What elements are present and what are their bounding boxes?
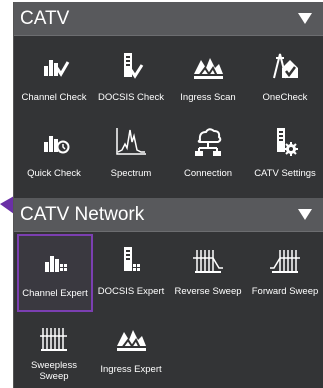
tile-ingress-scan[interactable]: Ingress Scan: [171, 40, 245, 114]
sweepless-sweep-icon: [37, 322, 71, 354]
catv-settings-icon: [268, 126, 302, 158]
ingress-scan-icon: [191, 50, 225, 82]
section-header-catv[interactable]: CATV: [14, 2, 323, 36]
chevron-down-icon[interactable]: [298, 13, 312, 24]
tile-label: OneCheck: [262, 92, 308, 103]
tile-docsis-check[interactable]: DOCSIS Check: [94, 40, 168, 114]
tile-label: Spectrum: [110, 168, 152, 179]
reverse-sweep-icon: [191, 244, 225, 276]
docsis-check-icon: [114, 50, 148, 82]
tile-label: Connection: [183, 168, 233, 179]
tile-catv-settings[interactable]: CATV Settings: [248, 116, 322, 190]
tile-reverse-sweep[interactable]: Reverse Sweep: [171, 234, 245, 308]
onecheck-icon: [268, 50, 302, 82]
ingress-expert-icon: [114, 322, 148, 354]
tile-onecheck[interactable]: OneCheck: [248, 40, 322, 114]
quick-check-icon: [37, 126, 71, 158]
tile-label: Reverse Sweep: [174, 286, 242, 297]
tile-ingress-expert[interactable]: Ingress Expert: [94, 312, 168, 386]
tile-forward-sweep[interactable]: Forward Sweep: [248, 234, 322, 308]
tile-channel-expert[interactable]: Channel Expert: [17, 234, 93, 312]
section-title: CATV Network: [20, 204, 145, 225]
chevron-down-icon[interactable]: [298, 209, 312, 220]
tile-label: Sweepless Sweep: [31, 360, 77, 382]
channel-expert-icon: [38, 246, 72, 278]
spectrum-icon: [114, 126, 148, 158]
connection-icon: [191, 126, 225, 158]
tile-label: Ingress Scan: [180, 92, 236, 103]
tile-channel-check[interactable]: Channel Check: [17, 40, 91, 114]
tile-label: CATV Settings: [254, 168, 316, 179]
tile-sweepless-sweep[interactable]: Sweepless Sweep: [17, 312, 91, 386]
forward-sweep-icon: [268, 244, 302, 276]
tile-label: Channel Check: [21, 92, 87, 103]
tile-label: Quick Check: [27, 168, 81, 179]
tile-label: DOCSIS Check: [98, 92, 164, 103]
selection-pointer: [0, 196, 14, 214]
tile-label: Channel Expert: [22, 288, 88, 299]
tile-label: Ingress Expert: [100, 364, 162, 375]
docsis-expert-icon: [114, 244, 148, 276]
section-title: CATV: [20, 8, 70, 29]
tile-label: DOCSIS Expert: [97, 286, 165, 297]
section-header-catv-network[interactable]: CATV Network: [14, 198, 323, 232]
tile-connection[interactable]: Connection: [171, 116, 245, 190]
tile-docsis-expert[interactable]: DOCSIS Expert: [94, 234, 168, 308]
tile-label: Forward Sweep: [251, 286, 319, 297]
tile-spectrum[interactable]: Spectrum: [94, 116, 168, 190]
tile-quick-check[interactable]: Quick Check: [17, 116, 91, 190]
channel-check-icon: [37, 50, 71, 82]
app-panel: CATV Channel Check DOCSIS Check Ingress …: [13, 2, 323, 388]
